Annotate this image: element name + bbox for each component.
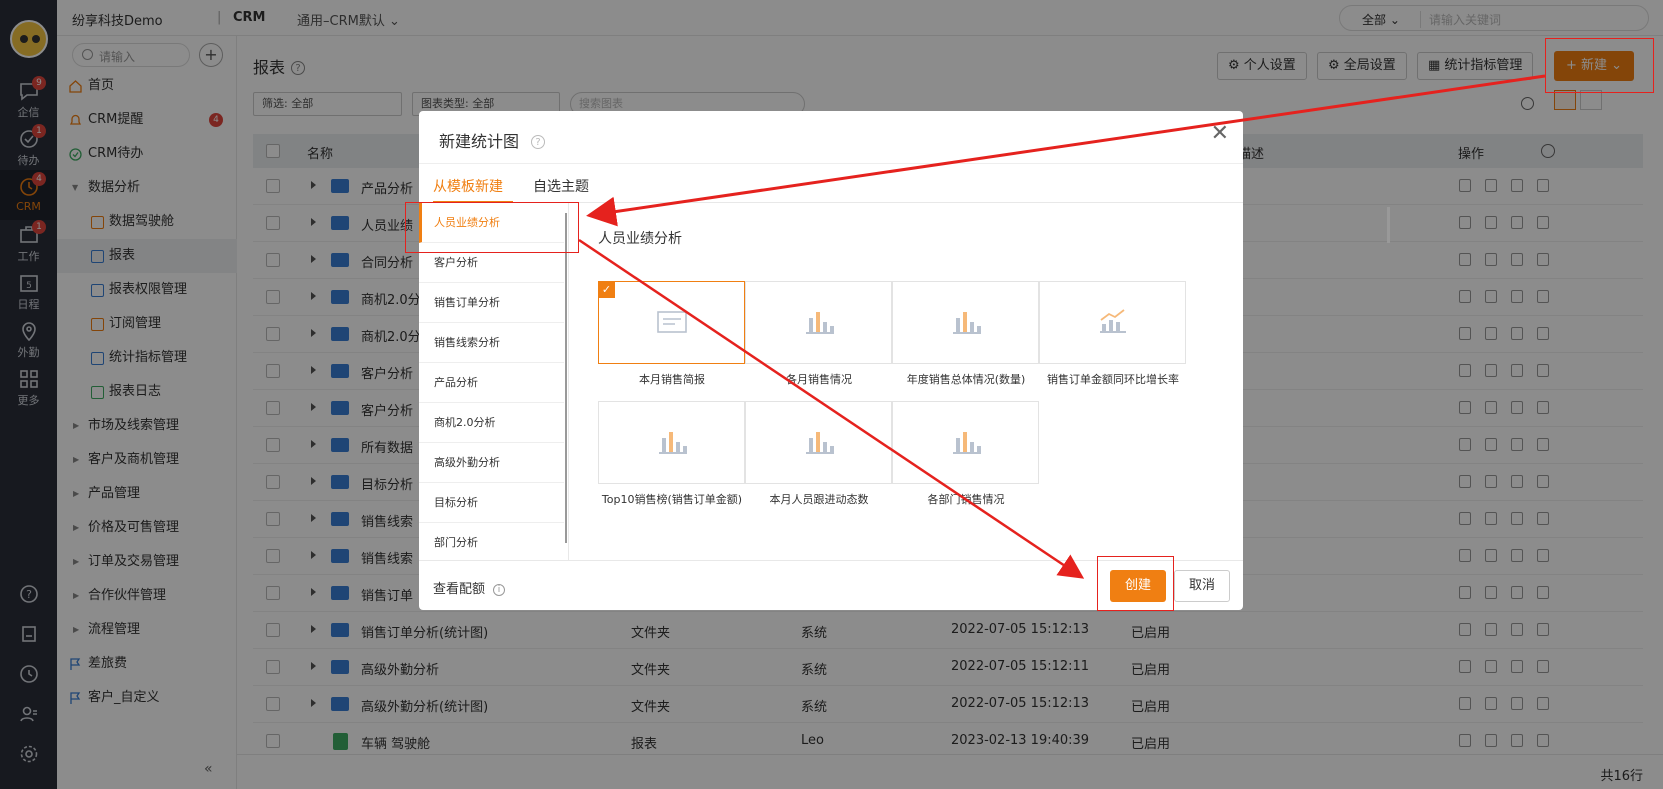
annotation-arrows bbox=[578, 74, 1546, 579]
arrow-to-category bbox=[586, 74, 1546, 227]
arrow-to-create bbox=[578, 238, 1085, 579]
